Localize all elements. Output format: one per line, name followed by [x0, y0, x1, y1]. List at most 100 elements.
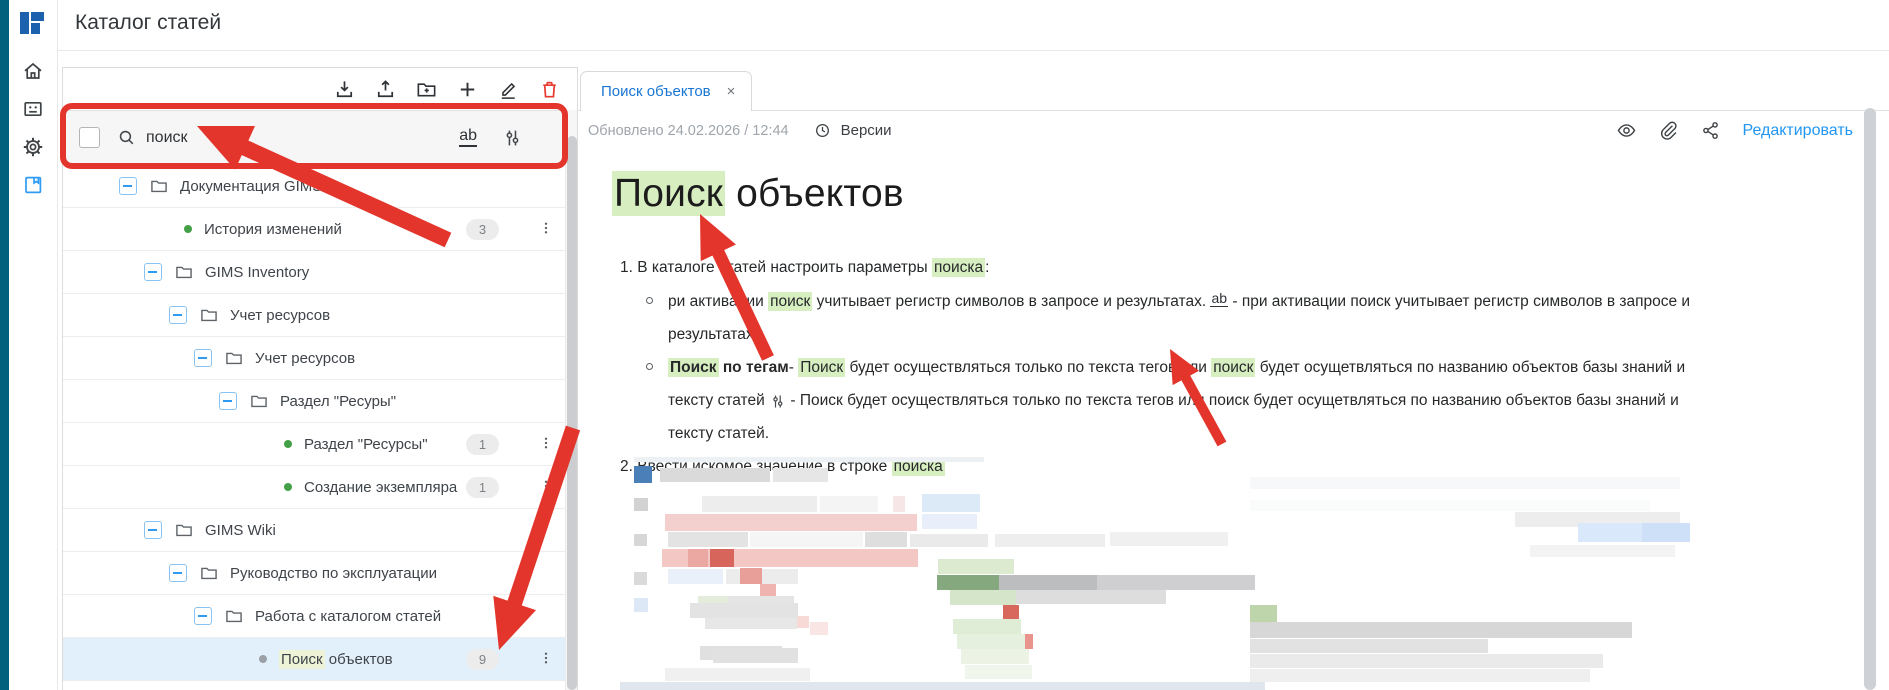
upload-button[interactable]: [374, 78, 397, 101]
collapse-checkbox[interactable]: [169, 306, 187, 324]
mosaic-block: [1642, 523, 1690, 542]
mosaic-block: [1250, 622, 1632, 638]
mosaic-block: [634, 572, 647, 585]
tab-label: Поиск объектов: [601, 83, 711, 100]
download-button[interactable]: [333, 78, 356, 101]
mosaic-block: [995, 534, 1105, 547]
collapse-checkbox[interactable]: [194, 349, 212, 367]
page-scrollbar[interactable]: [1864, 108, 1876, 690]
add-button[interactable]: [456, 78, 479, 101]
tree-item-label: GIMS Inventory: [205, 264, 309, 281]
tree-row[interactable]: Создание экземпляра1: [63, 466, 577, 509]
tab-close-icon[interactable]: ×: [727, 83, 736, 100]
tree-row[interactable]: GIMS Inventory: [63, 251, 577, 294]
search-mode-inline-icon: [769, 389, 786, 411]
tree-row[interactable]: Раздел "Ресурсы"1: [63, 423, 577, 466]
highlighted-text: Поиск: [798, 358, 845, 377]
mosaic-block: [690, 603, 798, 618]
edit-icon: [497, 78, 520, 101]
mosaic-block: [740, 568, 762, 584]
tree-scrollbar[interactable]: [565, 110, 577, 690]
tree-row[interactable]: История изменений3: [63, 208, 577, 251]
mosaic-block: [922, 514, 977, 529]
delete-button[interactable]: [538, 78, 561, 101]
tree-item-label: GIMS Wiki: [205, 522, 276, 539]
new-folder-icon: [415, 78, 438, 101]
article-count-badge: 1: [466, 434, 499, 455]
collapse-checkbox[interactable]: [144, 263, 162, 281]
mosaic-block: [665, 668, 810, 681]
home-nav-button[interactable]: [16, 56, 50, 86]
upload-icon: [374, 78, 397, 101]
text: - Поиск будет осуществляться только по т…: [668, 392, 1679, 442]
tree-row[interactable]: Учет ресурсов: [63, 294, 577, 337]
tree-row[interactable]: Документация GIMS: [63, 165, 577, 208]
row-menu-button[interactable]: [537, 218, 555, 240]
tree-row[interactable]: Раздел "Ресуры": [63, 380, 577, 423]
mosaic-block: [634, 466, 652, 483]
search-mode-toggle-icon[interactable]: [501, 127, 523, 149]
ordered-list-item: 1. В каталоге статей настроить параметры…: [620, 253, 1810, 283]
tree-row[interactable]: Учет ресурсов: [63, 337, 577, 380]
collapse-checkbox[interactable]: [169, 564, 187, 582]
mosaic-block: [1250, 500, 1650, 511]
console-nav-button[interactable]: [16, 94, 50, 124]
highlighted-text: Поиск: [612, 171, 725, 216]
versions-button[interactable]: Версии: [841, 122, 892, 139]
select-all-checkbox[interactable]: [79, 127, 100, 148]
collapse-checkbox[interactable]: [194, 607, 212, 625]
tree-item-label: Руководство по эксплуатации: [230, 565, 437, 582]
row-menu-button[interactable]: [537, 476, 555, 498]
mosaic-block: [620, 682, 1265, 690]
mosaic-block: [634, 498, 648, 511]
console-icon: [21, 97, 45, 121]
delete-icon: [538, 78, 561, 101]
tree-row[interactable]: Работа с каталогом статей: [63, 595, 577, 638]
collapse-checkbox[interactable]: [144, 521, 162, 539]
bullet-marker: [646, 297, 653, 304]
mosaic-block: [688, 549, 708, 567]
mosaic-block: [1250, 477, 1680, 489]
page-scrollbar-thumb[interactable]: [1864, 108, 1876, 690]
eye-icon: [1616, 120, 1637, 141]
embedded-screenshot-blurred: [610, 455, 1712, 690]
mosaic-block: [893, 496, 905, 512]
bookmark-nav-button[interactable]: [16, 170, 50, 200]
tab-poisk-obektov[interactable]: Поиск объектов ×: [580, 71, 752, 111]
collapse-checkbox[interactable]: [119, 177, 137, 195]
edit-button[interactable]: [497, 78, 520, 101]
mosaic-block: [726, 569, 798, 584]
row-menu-button[interactable]: [537, 648, 555, 670]
settings-nav-button[interactable]: [16, 132, 50, 162]
mosaic-block: [1250, 669, 1590, 682]
download-icon: [333, 78, 356, 101]
mosaic-block: [938, 559, 1014, 574]
article-status-dot: [284, 483, 292, 491]
attachments-button[interactable]: [1658, 120, 1679, 141]
case-sensitive-toggle[interactable]: ab: [459, 128, 477, 148]
new-folder-button[interactable]: [415, 78, 438, 101]
folder-icon: [224, 348, 244, 368]
mosaic-block: [961, 649, 1029, 664]
collapse-checkbox[interactable]: [219, 392, 237, 410]
search-icon: [116, 127, 137, 148]
tree-row[interactable]: GIMS Wiki: [63, 509, 577, 552]
preview-button[interactable]: [1616, 120, 1637, 141]
edit-button[interactable]: Редактировать: [1742, 122, 1853, 140]
text: по тегам: [719, 359, 789, 376]
share-button[interactable]: [1700, 120, 1721, 141]
mosaic-block: [922, 494, 980, 512]
tabbar-divider: [578, 110, 1889, 111]
article-count-badge: 9: [466, 649, 499, 670]
tree-scrollbar-thumb[interactable]: [567, 136, 577, 690]
tree-row[interactable]: Поиск объектов9: [63, 638, 577, 681]
mosaic-block: [820, 496, 878, 512]
text: -: [789, 359, 798, 376]
search-input[interactable]: поиск: [146, 129, 188, 147]
paperclip-icon: [1658, 120, 1679, 141]
tree-row[interactable]: Руководство по эксплуатации: [63, 552, 577, 595]
left-rail: [0, 0, 9, 690]
row-menu-button[interactable]: [537, 433, 555, 455]
text: ри активации: [668, 293, 768, 310]
case-sensitive-inline-icon: ab: [1210, 291, 1228, 307]
